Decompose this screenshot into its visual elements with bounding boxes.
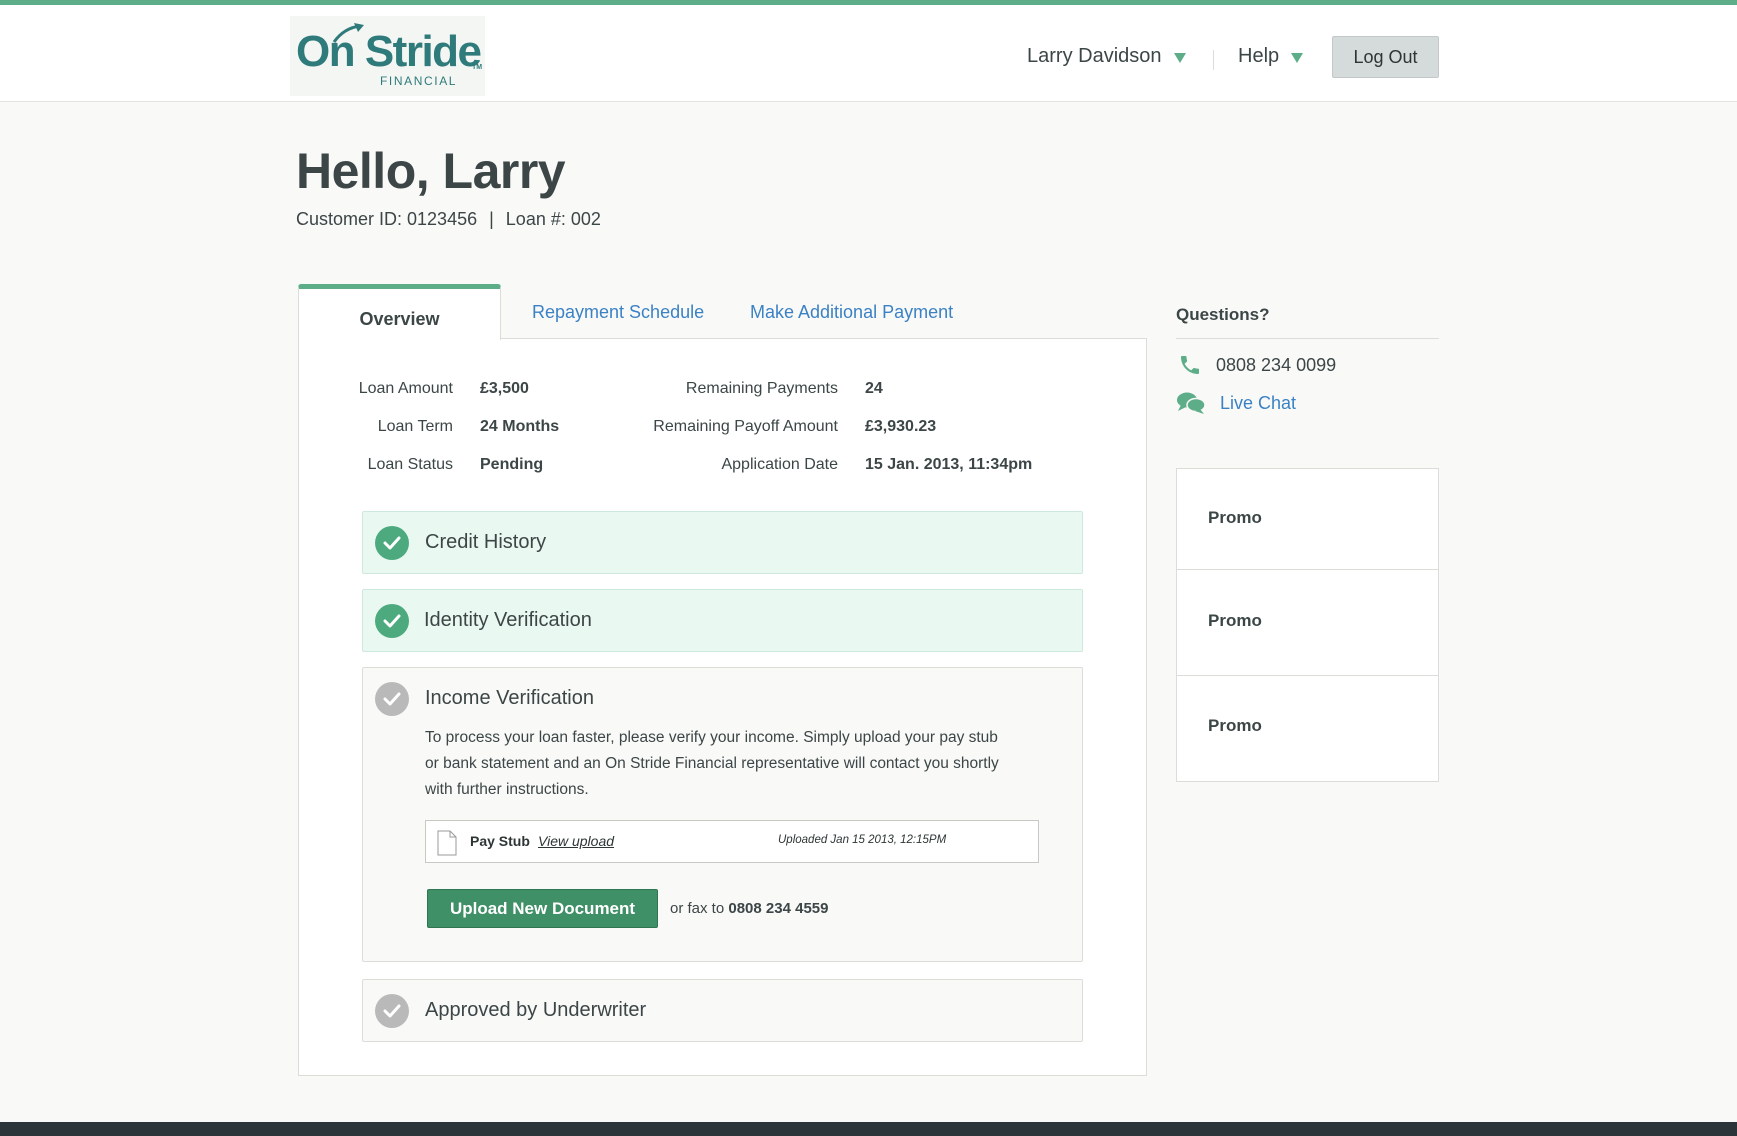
questions-heading: Questions? [1176, 305, 1270, 324]
questions-divider [1176, 338, 1439, 339]
nav-divider [1213, 50, 1214, 70]
tab-repayment-schedule[interactable]: Repayment Schedule [532, 302, 704, 323]
remaining-payments-value: 24 [865, 380, 883, 397]
chevron-down-icon [1173, 52, 1186, 63]
logo-trademark: TM [472, 64, 483, 71]
promo-panel: Promo Promo Promo [1176, 468, 1439, 782]
document-icon [437, 830, 457, 856]
loan-number: Loan #: 002 [505, 209, 601, 229]
user-menu[interactable]: Larry Davidson [1027, 45, 1186, 68]
live-chat-link[interactable]: Live Chat [1176, 391, 1296, 415]
tab-make-additional-payment[interactable]: Make Additional Payment [750, 302, 953, 323]
logout-button[interactable]: Log Out [1332, 36, 1439, 78]
uploaded-file-row: Pay Stub View upload Uploaded Jan 15 201… [425, 820, 1039, 863]
check-circle-icon [375, 682, 409, 716]
check-circle-icon [375, 994, 409, 1028]
fax-instructions: or fax to 0808 234 4559 [670, 900, 828, 917]
upload-timestamp: Uploaded Jan 15 2013, 12:15PM [778, 834, 947, 846]
promo-item[interactable]: Promo [1177, 469, 1438, 570]
phone-number: 0808 234 0099 [1216, 354, 1337, 375]
customer-id: Customer ID: 0123456 [296, 209, 478, 229]
chevron-down-icon [1291, 52, 1304, 63]
loan-term-value: 24 Months [480, 418, 560, 435]
remaining-payoff-value: £3,930.23 [865, 418, 937, 435]
check-circle-icon [375, 526, 409, 560]
on-stride-logo[interactable]: On Stride TM FINANCIAL [290, 16, 485, 96]
remaining-payments-label: Remaining Payments [685, 380, 838, 397]
page-title: Hello, Larry [296, 143, 566, 199]
chat-icon [1177, 392, 1206, 414]
phone-contact[interactable]: 0808 234 0099 [1178, 353, 1336, 377]
upload-new-document-button[interactable]: Upload New Document [427, 889, 658, 928]
step-title: Approved by Underwriter [425, 999, 647, 1021]
loan-status-value: Pending [480, 456, 544, 473]
help-menu[interactable]: Help [1238, 45, 1304, 68]
logo-wordmark: On Stride [296, 27, 482, 76]
step-income-verification: Income Verification To process your loan… [362, 667, 1083, 962]
logo-subtitle: FINANCIAL [380, 74, 458, 88]
remaining-payoff-label: Remaining Payoff Amount [653, 418, 838, 435]
promo-item[interactable]: Promo [1177, 676, 1438, 782]
promo-item[interactable]: Promo [1177, 570, 1438, 676]
help-menu-label: Help [1238, 45, 1280, 67]
phone-icon [1181, 356, 1199, 374]
step-title: Income Verification [425, 687, 594, 709]
fax-prefix: or fax to [670, 900, 725, 917]
step-title: Identity Verification [424, 609, 592, 631]
application-date-label: Application Date [721, 456, 838, 473]
loan-amount-label: Loan Amount [358, 380, 453, 397]
file-name: Pay Stub [470, 833, 530, 849]
user-menu-label: Larry Davidson [1027, 45, 1162, 67]
step-approved-by-underwriter[interactable]: Approved by Underwriter [362, 979, 1083, 1042]
loan-amount-value: £3,500 [480, 380, 529, 397]
site-header: On Stride TM FINANCIAL Larry Davidson He… [0, 5, 1737, 102]
step-identity-verification[interactable]: Identity Verification [362, 589, 1083, 652]
application-date-value: 15 Jan. 2013, 11:34pm [865, 456, 1033, 473]
loan-term-label: Loan Term [377, 418, 453, 435]
check-circle-icon [375, 604, 409, 638]
step-credit-history[interactable]: Credit History [362, 511, 1083, 574]
tab-overview[interactable]: Overview [298, 284, 501, 340]
view-upload-link[interactable]: View upload [538, 833, 614, 849]
loan-status-label: Loan Status [367, 456, 453, 473]
step-title: Credit History [425, 531, 547, 553]
customer-info-separator: | [489, 209, 494, 229]
live-chat-label: Live Chat [1220, 392, 1297, 413]
customer-info: Customer ID: 0123456 | Loan #: 002 [296, 209, 601, 230]
fax-number: 0808 234 4559 [728, 900, 829, 917]
income-verification-description: To process your loan faster, please veri… [425, 729, 999, 798]
site-footer [0, 1122, 1737, 1136]
